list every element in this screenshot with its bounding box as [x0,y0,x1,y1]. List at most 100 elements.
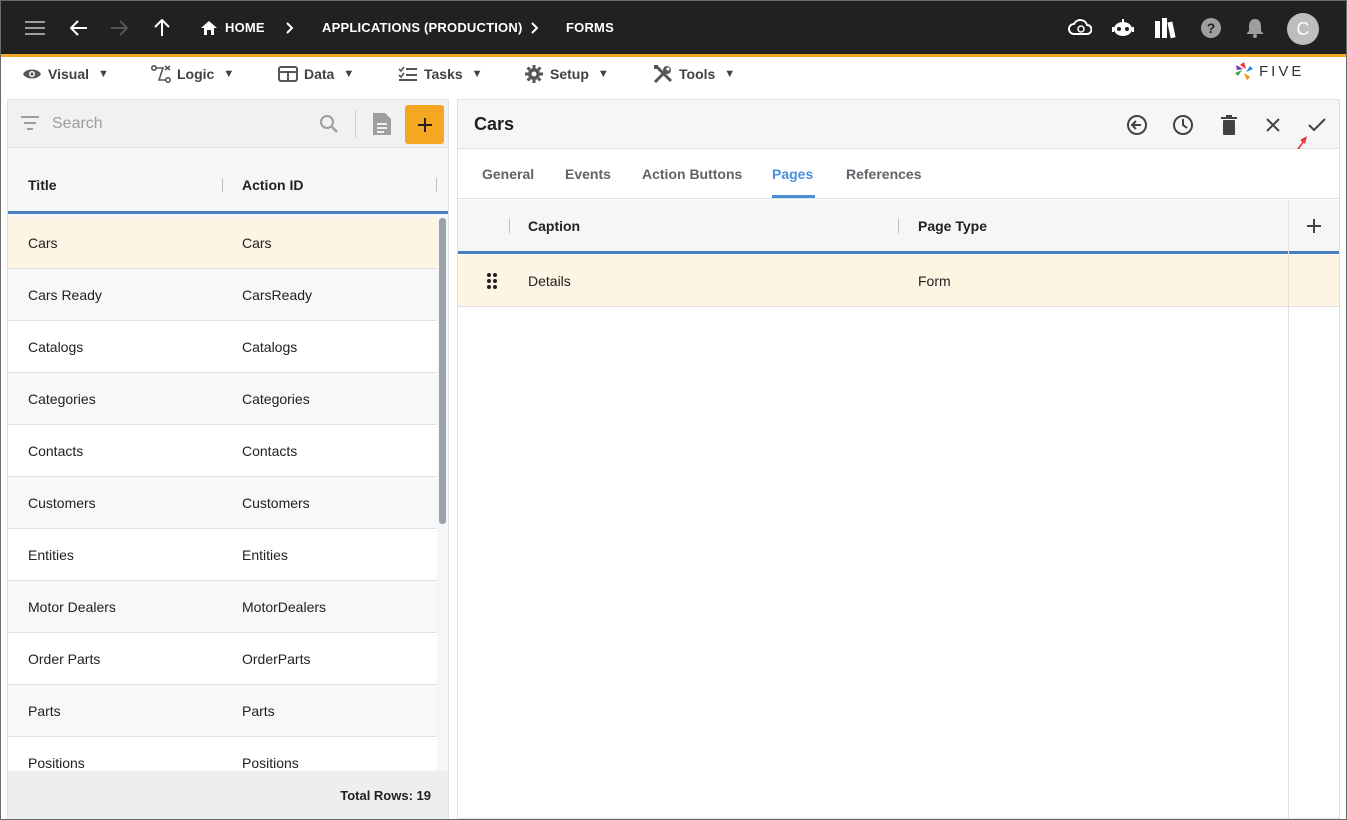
table-row[interactable]: Categories Categories [8,373,437,425]
cell-action-id: Customers [242,494,310,511]
table-row[interactable]: Parts Parts [8,685,437,737]
scrollbar[interactable] [439,218,446,524]
dropdown-arrow-icon: ▼ [471,68,483,80]
column-separator[interactable] [509,219,510,233]
cell-title: Catalogs [28,338,84,355]
column-separator[interactable] [222,178,223,192]
svg-text:?: ? [1207,20,1216,36]
column-header-title[interactable]: Title [28,158,57,211]
menu-label: Tasks [424,66,463,82]
table-row[interactable]: Customers Customers [8,477,437,529]
cell-title: Motor Dealers [28,598,116,615]
library-books-icon[interactable] [1153,1,1179,54]
five-logo: FIVE [1233,58,1304,84]
cell-title: Positions [28,754,85,771]
history-back-icon[interactable] [1122,100,1152,149]
search-icon[interactable] [319,114,339,139]
logic-icon [151,65,171,83]
menu-visual[interactable]: Visual ▼ [22,57,109,91]
plus-icon [1307,219,1321,233]
clock-icon[interactable] [1168,100,1198,149]
tab-general[interactable]: General [482,149,534,199]
menu-tools[interactable]: Tools ▼ [653,57,735,91]
robot-icon[interactable] [1110,1,1136,54]
cell-action-id: OrderParts [242,650,311,667]
tab-action-buttons[interactable]: Action Buttons [642,149,742,199]
breadcrumb-forms[interactable]: FORMS [566,1,614,54]
dropdown-arrow-icon: ▼ [223,68,235,80]
delete-icon[interactable] [1214,100,1244,149]
menu-data[interactable]: Data ▼ [278,57,354,91]
drag-handle-icon[interactable] [486,272,498,295]
search-bar: Search [8,100,448,148]
dropdown-arrow-icon: ▼ [597,68,609,80]
divider [355,110,356,138]
cell-action-id: MotorDealers [242,598,327,615]
dropdown-arrow-icon: ▼ [724,68,736,80]
table-row[interactable]: Contacts Contacts [8,425,437,477]
menu-label: Setup [550,66,589,82]
avatar[interactable]: C [1287,13,1319,45]
table-row[interactable]: Positions Positions [8,737,437,770]
filter-icon[interactable] [21,116,39,135]
menu-label: Data [304,66,335,82]
column-divider-line [1288,200,1289,819]
cell-title: Cars [28,234,58,251]
menu-label: Logic [177,66,215,82]
cell-title: Customers [28,494,96,511]
eye-icon [23,69,41,79]
menu-logic[interactable]: Logic ▼ [151,57,234,91]
cloud-sync-icon[interactable] [1067,1,1093,54]
table-row[interactable]: Details Form [458,255,1339,307]
list-header: Title Action ID [8,158,448,214]
gear-icon [525,65,543,83]
plus-icon [417,117,432,132]
menu-setup[interactable]: Setup ▼ [524,57,609,91]
home-icon[interactable] [199,1,219,54]
cell-action-id: Categories [242,390,310,407]
forward-arrow-icon[interactable] [105,1,133,54]
table-row[interactable]: Catalogs Catalogs [8,321,437,373]
table-row[interactable]: Cars Cars [8,217,437,269]
form-detail-panel: Cars General Events Action Buttons Pages [457,99,1340,819]
form-header: Cars [458,100,1339,163]
form-tabs: General Events Action Buttons Pages Refe… [458,149,1339,199]
breadcrumb-home[interactable]: HOME [225,1,265,54]
table-row[interactable]: Entities Entities [8,529,437,581]
notification-bell-icon[interactable] [1242,1,1268,54]
tab-events[interactable]: Events [565,149,611,199]
total-rows-footer: Total Rows: 19 [8,771,448,819]
cell-action-id: Entities [242,546,288,563]
add-page-button[interactable] [1306,218,1322,239]
tab-pages[interactable]: Pages [772,149,813,199]
column-separator[interactable] [436,178,437,192]
dropdown-arrow-icon: ▼ [343,68,355,80]
chevron-right-icon [531,1,539,54]
list-rows: Cars Cars Cars Ready CarsReady Catalogs … [8,217,437,770]
document-icon[interactable] [372,112,392,141]
column-header-action-id[interactable]: Action ID [242,158,303,211]
up-arrow-icon[interactable] [148,1,176,54]
cell-title: Contacts [28,442,84,459]
search-input[interactable]: Search [52,100,103,148]
table-row[interactable]: Cars Ready CarsReady [8,269,437,321]
checklist-icon [398,66,417,81]
breadcrumb-applications[interactable]: APPLICATIONS (PRODUCTION) [322,1,522,54]
add-button[interactable] [405,105,444,144]
pages-grid-header: Caption Page Type [458,200,1339,254]
tab-references[interactable]: References [846,149,922,199]
back-arrow-icon[interactable] [65,1,93,54]
table-row[interactable]: Motor Dealers MotorDealers [8,581,437,633]
table-row[interactable]: Order Parts OrderParts [8,633,437,685]
close-icon[interactable] [1258,100,1288,149]
cell-title: Order Parts [28,650,101,667]
help-icon[interactable]: ? [1198,1,1224,54]
menu-tasks[interactable]: Tasks ▼ [398,57,483,91]
column-header-caption[interactable]: Caption [528,200,580,251]
top-bar: HOME APPLICATIONS (PRODUCTION) FORMS ? C [1,1,1346,57]
column-header-page-type[interactable]: Page Type [918,200,987,251]
cell-action-id: CarsReady [242,286,313,303]
hamburger-menu-icon[interactable] [21,1,49,54]
column-separator[interactable] [898,219,899,233]
cell-title: Parts [28,702,61,719]
